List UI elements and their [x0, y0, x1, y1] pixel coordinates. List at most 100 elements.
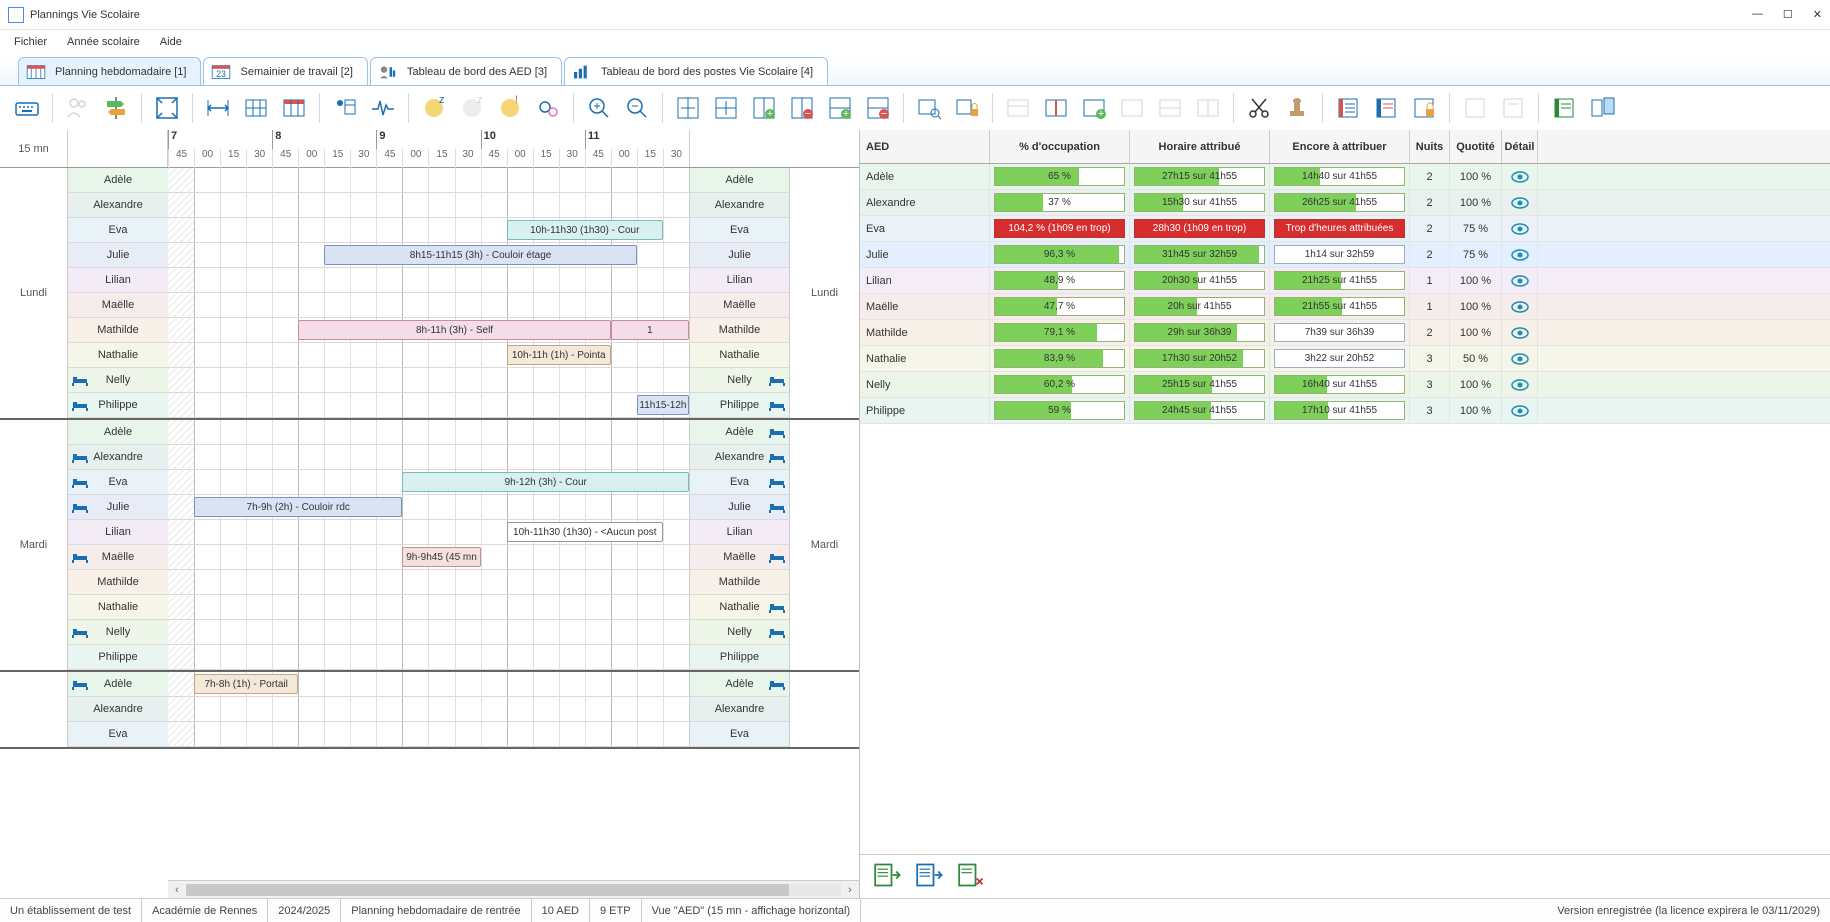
- list-blue-icon[interactable]: [1369, 91, 1403, 125]
- person-name-left[interactable]: Lilian: [68, 520, 168, 544]
- schedule-row[interactable]: AdèleAdèle: [68, 168, 789, 193]
- schedule-grid[interactable]: 10h-11h30 (1h30) - Cour: [168, 218, 689, 242]
- person-name-left[interactable]: Alexandre: [68, 445, 168, 469]
- schedule-event[interactable]: 9h-9h45 (45 mn: [402, 547, 480, 567]
- person-name-left[interactable]: Mathilde: [68, 318, 168, 342]
- person-name-right[interactable]: Alexandre: [689, 697, 789, 721]
- person-name-right[interactable]: Eva: [689, 218, 789, 242]
- tab-1[interactable]: 23Semainier de travail [2]: [203, 57, 368, 85]
- detail-button[interactable]: [1502, 242, 1538, 267]
- schedule-row[interactable]: Philippe Philippe: [68, 645, 789, 670]
- person-name-right[interactable]: Lilian: [689, 268, 789, 292]
- schedule-event[interactable]: 7h-8h (1h) - Portail: [194, 674, 298, 694]
- person-name-right[interactable]: Mathilde: [689, 318, 789, 342]
- person-name-right[interactable]: Philippe: [689, 645, 789, 669]
- person-name-right[interactable]: Nelly: [689, 620, 789, 644]
- schedule-event[interactable]: 1: [611, 320, 689, 340]
- schedule-row[interactable]: NellyNelly: [68, 368, 789, 393]
- person-name-right[interactable]: Nathalie: [689, 595, 789, 619]
- person-name-left[interactable]: Maëlle: [68, 545, 168, 569]
- col-add-icon[interactable]: +: [747, 91, 781, 125]
- person-name-left[interactable]: Adèle: [68, 672, 168, 696]
- summary-row[interactable]: Lilian48,9 %20h30 sur 41h5521h25 sur 41h…: [860, 268, 1830, 294]
- person-name-left[interactable]: Eva: [68, 218, 168, 242]
- schedule-grid[interactable]: 8h15-11h15 (3h) - Couloir étage: [168, 243, 689, 267]
- menu-help[interactable]: Aide: [152, 34, 190, 50]
- export-list-button[interactable]: [874, 863, 902, 890]
- person-name-left[interactable]: Philippe: [68, 645, 168, 669]
- detail-button[interactable]: [1502, 372, 1538, 397]
- person-name-left[interactable]: Julie: [68, 495, 168, 519]
- person-name-right[interactable]: Julie: [689, 243, 789, 267]
- person-name-right[interactable]: Eva: [689, 470, 789, 494]
- person-name-left[interactable]: Nathalie: [68, 595, 168, 619]
- schedule-grid[interactable]: [168, 193, 689, 217]
- schedule-row[interactable]: NellyNelly: [68, 620, 789, 645]
- col-quotite[interactable]: Quotité: [1450, 130, 1502, 163]
- row-del-icon[interactable]: −: [861, 91, 895, 125]
- schedule-event[interactable]: 9h-12h (3h) - Cour: [402, 472, 689, 492]
- summary-green-icon[interactable]: [1547, 91, 1581, 125]
- person-name-left[interactable]: Maëlle: [68, 293, 168, 317]
- moon-sleep-icon[interactable]: z: [417, 91, 451, 125]
- zoom-in-icon[interactable]: [582, 91, 616, 125]
- maximize-button[interactable]: ☐: [1783, 8, 1793, 21]
- schedule-row[interactable]: Nathalie10h-11h (1h) - PointaNathalie: [68, 343, 789, 368]
- schedule-grid[interactable]: [168, 268, 689, 292]
- moon-alert-icon[interactable]: !: [493, 91, 527, 125]
- export-schedule-button[interactable]: [916, 863, 944, 890]
- schedule-grid[interactable]: [168, 445, 689, 469]
- person-name-right[interactable]: Eva: [689, 722, 789, 746]
- person-name-left[interactable]: Adèle: [68, 420, 168, 444]
- schedule-row[interactable]: Julie 8h15-11h15 (3h) - Couloir étage Juli…: [68, 243, 789, 268]
- stamp-icon[interactable]: [1280, 91, 1314, 125]
- schedule-row[interactable]: Maëlle9h-9h45 (45 mnMaëlle: [68, 545, 789, 570]
- zoom-out-icon[interactable]: [620, 91, 654, 125]
- tab-2[interactable]: Tableau de bord des AED [3]: [370, 57, 562, 85]
- schedule-event[interactable]: 8h15-11h15 (3h) - Couloir étage: [324, 245, 637, 265]
- col-encore[interactable]: Encore à attribuer: [1270, 130, 1410, 163]
- person-schedule-icon[interactable]: [328, 91, 362, 125]
- schedule-grid[interactable]: [168, 595, 689, 619]
- detail-button[interactable]: [1502, 320, 1538, 345]
- schedule-row[interactable]: Eva Eva: [68, 722, 789, 747]
- schedule-row[interactable]: Lilian10h-11h30 (1h30) - <Aucun postLili…: [68, 520, 789, 545]
- schedule-event[interactable]: 11h15-12h: [637, 395, 689, 415]
- schedule-row[interactable]: Adèle Adèle: [68, 420, 789, 445]
- person-name-left[interactable]: Lilian: [68, 268, 168, 292]
- schedule-grid[interactable]: 7h-9h (2h) - Couloir rdc: [168, 495, 689, 519]
- schedule-grid[interactable]: [168, 697, 689, 721]
- tab-3[interactable]: Tableau de bord des postes Vie Scolaire …: [564, 57, 828, 85]
- col-aed[interactable]: AED: [860, 130, 990, 163]
- schedule-grid[interactable]: 11h15-12h: [168, 393, 689, 417]
- signpost-icon[interactable]: [99, 91, 133, 125]
- col-width-icon[interactable]: [671, 91, 705, 125]
- person-name-left[interactable]: Eva: [68, 722, 168, 746]
- summary-row[interactable]: Nathalie83,9 %17h30 sur 20h523h22 sur 20…: [860, 346, 1830, 372]
- person-name-left[interactable]: Nathalie: [68, 343, 168, 367]
- row-add-icon[interactable]: +: [823, 91, 857, 125]
- schedule-grid[interactable]: [168, 620, 689, 644]
- detail-button[interactable]: [1502, 190, 1538, 215]
- summary-row[interactable]: Mathilde79,1 %29h sur 36h397h39 sur 36h3…: [860, 320, 1830, 346]
- table-add-icon[interactable]: +: [1077, 91, 1111, 125]
- detail-button[interactable]: [1502, 216, 1538, 241]
- person-name-right[interactable]: Nathalie: [689, 343, 789, 367]
- person-name-right[interactable]: Adèle: [689, 420, 789, 444]
- schedule-grid[interactable]: [168, 420, 689, 444]
- schedule-row[interactable]: MaëlleMaëlle: [68, 293, 789, 318]
- schedule-event[interactable]: 10h-11h30 (1h30) - Cour: [507, 220, 663, 240]
- detail-button[interactable]: [1502, 268, 1538, 293]
- person-name-right[interactable]: Nelly: [689, 368, 789, 392]
- person-name-left[interactable]: Julie: [68, 243, 168, 267]
- col-detail[interactable]: Détail: [1502, 130, 1538, 163]
- schedule-row[interactable]: Philippe11h15-12hPhilippe: [68, 393, 789, 418]
- close-button[interactable]: ✕: [1813, 8, 1822, 21]
- schedule-grid[interactable]: 9h-9h45 (45 mn: [168, 545, 689, 569]
- detail-button[interactable]: [1502, 346, 1538, 371]
- grid-highlight-icon[interactable]: [277, 91, 311, 125]
- col-occupation[interactable]: % d'occupation: [990, 130, 1130, 163]
- schedule-grid[interactable]: 8h-11h (3h) - Self1: [168, 318, 689, 342]
- gears-icon[interactable]: [531, 91, 565, 125]
- panels-icon[interactable]: [1585, 91, 1619, 125]
